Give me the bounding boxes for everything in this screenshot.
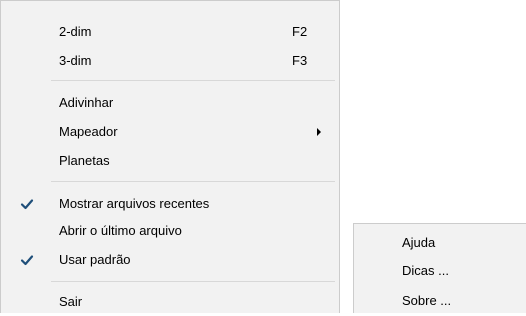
- menu-item-label: Abrir o último arquivo: [59, 223, 182, 238]
- menu-item-label: 3-dim: [59, 53, 92, 68]
- menu-item-3-dim[interactable]: 3-dim F3: [1, 45, 339, 75]
- menu-item-adivinhar[interactable]: Adivinhar: [1, 87, 339, 117]
- menu-item-shortcut: F2: [292, 24, 308, 39]
- menu-item-sobre[interactable]: Sobre ...: [354, 285, 526, 315]
- menu-item-label: Mostrar arquivos recentes: [59, 196, 210, 211]
- menu-item-dicas[interactable]: Dicas ...: [354, 255, 526, 285]
- menu-item-usar-padrao[interactable]: Usar padrão: [1, 244, 339, 274]
- menu-item-label: Ajuda: [402, 235, 436, 250]
- menu-item-label: Usar padrão: [59, 252, 131, 267]
- menu-item-label: 2-dim: [59, 24, 92, 39]
- submenu-arrow-icon: [317, 128, 321, 136]
- menu-item-mapeador[interactable]: Mapeador: [1, 116, 339, 146]
- menu-separator: [51, 80, 335, 81]
- menu-item-planetas[interactable]: Planetas: [1, 145, 339, 175]
- menu-separator: [51, 181, 335, 182]
- menu-item-shortcut: F3: [292, 53, 308, 68]
- menu-item-2-dim[interactable]: 2-dim F2: [1, 16, 339, 46]
- menu-item-label: Sair: [59, 294, 83, 309]
- checkmark-icon: [20, 255, 34, 266]
- main-menu: 2-dim F2 3-dim F3 Adivinhar Mapeador Pla…: [0, 0, 340, 313]
- menu-item-sair[interactable]: Sair: [1, 286, 339, 316]
- menu-item-label: Adivinhar: [59, 95, 114, 110]
- checkmark-icon: [20, 199, 34, 210]
- help-menu: Ajuda Dicas ... Sobre ...: [353, 223, 526, 313]
- menu-item-label: Dicas ...: [402, 263, 449, 278]
- menu-item-label: Planetas: [59, 153, 110, 168]
- menu-item-label: Sobre ...: [402, 293, 452, 308]
- menu-item-ajuda[interactable]: Ajuda: [354, 227, 526, 257]
- menu-item-mostrar-arquivos-recentes[interactable]: Mostrar arquivos recentes: [1, 188, 339, 218]
- menu-item-abrir-ultimo-arquivo[interactable]: Abrir o último arquivo: [1, 215, 339, 245]
- menu-item-label: Mapeador: [59, 124, 118, 139]
- menu-separator: [51, 281, 335, 282]
